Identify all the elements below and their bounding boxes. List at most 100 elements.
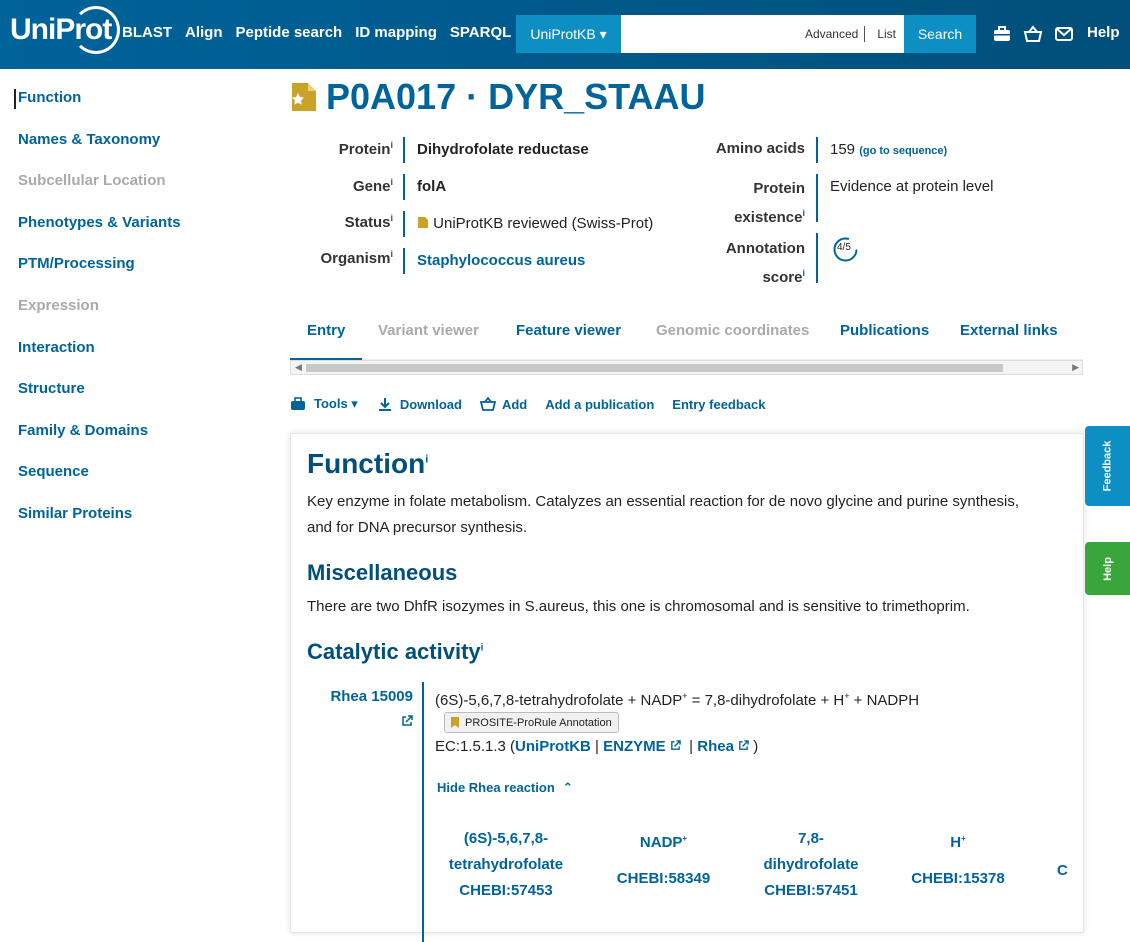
sidebar-item-function[interactable]: Function bbox=[0, 85, 270, 127]
organism-key: Organismi bbox=[320, 249, 393, 267]
sidebar-item-subcellular-location: Subcellular Location bbox=[18, 172, 166, 190]
external-link-icon bbox=[739, 740, 749, 750]
toolbox-icon[interactable] bbox=[992, 24, 1012, 44]
sidebar-item-phenotypes-variants[interactable]: Phenotypes & Variants bbox=[0, 210, 270, 252]
kv-bar bbox=[816, 174, 818, 222]
chebi-link[interactable]: CHEBI:57451 bbox=[751, 878, 871, 904]
external-link-icon bbox=[402, 715, 413, 726]
download-icon bbox=[378, 398, 391, 411]
tab-feature-viewer[interactable]: Feature viewer bbox=[516, 322, 621, 339]
tab-external-links[interactable]: External links bbox=[960, 322, 1058, 339]
sidebar-item-ptm-processing[interactable]: PTM/Processing bbox=[0, 251, 270, 293]
protein-existence-key: Protein existencei bbox=[734, 180, 805, 226]
list-search-link[interactable]: List bbox=[877, 27, 896, 41]
status-key: Statusi bbox=[344, 213, 393, 231]
basket-icon[interactable] bbox=[1023, 24, 1043, 44]
help-tab[interactable]: Help bbox=[1085, 542, 1130, 595]
uniprot-logo[interactable]: UniProt bbox=[10, 6, 120, 54]
search-button[interactable]: Search bbox=[904, 15, 976, 53]
nav-peptide-search[interactable]: Peptide search bbox=[236, 24, 343, 41]
compound-2[interactable]: 7,8- dihydrofolate CHEBI:57451 bbox=[751, 826, 871, 904]
info-icon: i bbox=[802, 208, 805, 218]
chebi-link[interactable]: CHEBI:15378 bbox=[903, 866, 1013, 892]
ec-rhea-link[interactable]: Rhea bbox=[697, 738, 734, 755]
function-description: Key enzyme in folate metabolism. Catalyz… bbox=[307, 493, 1020, 536]
feedback-tab[interactable]: Feedback bbox=[1085, 426, 1130, 506]
entry-summary-left: Proteini Dihydrofolate reductase Genei f… bbox=[290, 137, 700, 287]
kv-bar bbox=[816, 233, 818, 283]
entry-title-row: P0A017 · DYR_STAAU bbox=[290, 76, 705, 118]
nav-sparql[interactable]: SPARQL bbox=[450, 24, 511, 41]
nav-blast[interactable]: BLAST bbox=[122, 24, 172, 41]
compound-0[interactable]: (6S)-5,6,7,8- tetrahydrofolate CHEBI:574… bbox=[441, 826, 571, 904]
tab-publications[interactable]: Publications bbox=[840, 322, 929, 339]
organism-link[interactable]: Staphylococcus aureus bbox=[417, 252, 585, 269]
annotation-score-key: Annotation scorei bbox=[725, 240, 805, 286]
compound-3[interactable]: H+ CHEBI:15378 bbox=[903, 826, 1013, 892]
ec-enzyme-link[interactable]: ENZYME bbox=[603, 738, 666, 755]
nav-align[interactable]: Align bbox=[185, 24, 223, 41]
tools-menu-button[interactable]: Tools ▾ bbox=[314, 396, 358, 412]
scroll-left-icon[interactable]: ◀ bbox=[295, 362, 302, 373]
download-button[interactable]: Download bbox=[400, 397, 462, 412]
chebi-link[interactable]: CHEBI:58349 bbox=[606, 866, 721, 892]
sidebar-item-structure[interactable]: Structure bbox=[0, 376, 270, 418]
basket-icon bbox=[479, 397, 496, 411]
reviewed-entry-icon bbox=[292, 83, 316, 111]
nav-id-mapping[interactable]: ID mapping bbox=[355, 24, 437, 41]
envelope-icon[interactable] bbox=[1054, 24, 1074, 44]
rhea-id-link[interactable]: Rhea 15009 bbox=[317, 684, 413, 736]
chebi-link[interactable]: CHEBI:57453 bbox=[441, 878, 571, 904]
reaction-bar bbox=[422, 682, 424, 942]
sidebar-item-similar-proteins[interactable]: Similar Proteins bbox=[0, 501, 270, 543]
catalytic-activity-heading: Catalytic activityi bbox=[307, 639, 484, 664]
sidebar-item-family-domains[interactable]: Family & Domains bbox=[0, 418, 270, 460]
annotation-score: 4/5 bbox=[837, 242, 851, 253]
ec-number-line: EC:1.5.1.3 (UniProtKB | ENZYME | Rhea ) bbox=[435, 738, 759, 755]
status-value: UniProtKB reviewed (Swiss-Prot) bbox=[417, 215, 653, 232]
tools-icon bbox=[291, 397, 305, 410]
tabs-scrollbar[interactable]: ◀ ▶ bbox=[290, 360, 1083, 375]
section-sidebar: Function Names & Taxonomy Subcellular Lo… bbox=[0, 85, 270, 543]
compound-1[interactable]: NADP+ CHEBI:58349 bbox=[606, 826, 721, 892]
entry-toolbar: Tools ▾ Download Add Add a publication E… bbox=[290, 396, 766, 412]
miscellaneous-heading: Miscellaneous bbox=[307, 560, 458, 585]
sidebar-item-expression: Expression bbox=[18, 296, 99, 314]
info-icon: i bbox=[425, 453, 429, 466]
logo-ring bbox=[72, 6, 120, 54]
ec-uniprotkb-link[interactable]: UniProtKB bbox=[515, 738, 591, 755]
protein-existence-value: Evidence at protein level bbox=[830, 178, 994, 195]
search-divider bbox=[864, 26, 866, 42]
function-section: Functioni Key enzyme in folate metabolis… bbox=[290, 433, 1084, 942]
search-input[interactable]: Advanced List bbox=[621, 15, 904, 53]
info-icon: i bbox=[390, 177, 393, 187]
reviewed-icon bbox=[418, 217, 428, 228]
entry-feedback-button[interactable]: Entry feedback bbox=[672, 397, 765, 412]
scrollbar-thumb[interactable] bbox=[306, 364, 1003, 372]
evidence-badge[interactable]: PROSITE-ProRule Annotation bbox=[444, 712, 619, 733]
top-header: UniProt BLAST Align Peptide search ID ma… bbox=[0, 0, 1130, 69]
hide-rhea-reaction-toggle[interactable]: Hide Rhea reaction ⌃ bbox=[437, 780, 573, 796]
entry-summary-right: Amino acids 159 (go to sequence) Protein… bbox=[700, 137, 1080, 287]
help-link[interactable]: Help bbox=[1087, 24, 1120, 41]
advanced-search-link[interactable]: Advanced bbox=[805, 27, 858, 41]
protein-key: Proteini bbox=[338, 140, 393, 158]
function-heading: Functioni bbox=[307, 448, 429, 479]
add-publication-button[interactable]: Add a publication bbox=[545, 397, 654, 412]
compound-4-partial[interactable]: C bbox=[1057, 862, 1068, 879]
info-icon: i bbox=[802, 268, 805, 278]
sidebar-item-sequence[interactable]: Sequence bbox=[0, 459, 270, 501]
tab-entry[interactable]: Entry bbox=[307, 322, 345, 339]
tab-variant-viewer: Variant viewer bbox=[378, 322, 479, 339]
scroll-right-icon[interactable]: ▶ bbox=[1072, 362, 1079, 373]
add-to-basket-button[interactable]: Add bbox=[502, 397, 527, 412]
kv-bar bbox=[403, 248, 405, 274]
kv-bar bbox=[816, 137, 818, 163]
go-to-sequence-link[interactable]: (go to sequence) bbox=[859, 145, 947, 157]
info-icon: i bbox=[390, 140, 393, 150]
database-select[interactable]: UniProtKB ▾ bbox=[516, 15, 621, 53]
bookmark-icon bbox=[451, 717, 459, 728]
sidebar-item-names-taxonomy[interactable]: Names & Taxonomy bbox=[0, 127, 270, 169]
sidebar-item-interaction[interactable]: Interaction bbox=[0, 335, 270, 377]
protein-name: Dihydrofolate reductase bbox=[417, 141, 589, 158]
